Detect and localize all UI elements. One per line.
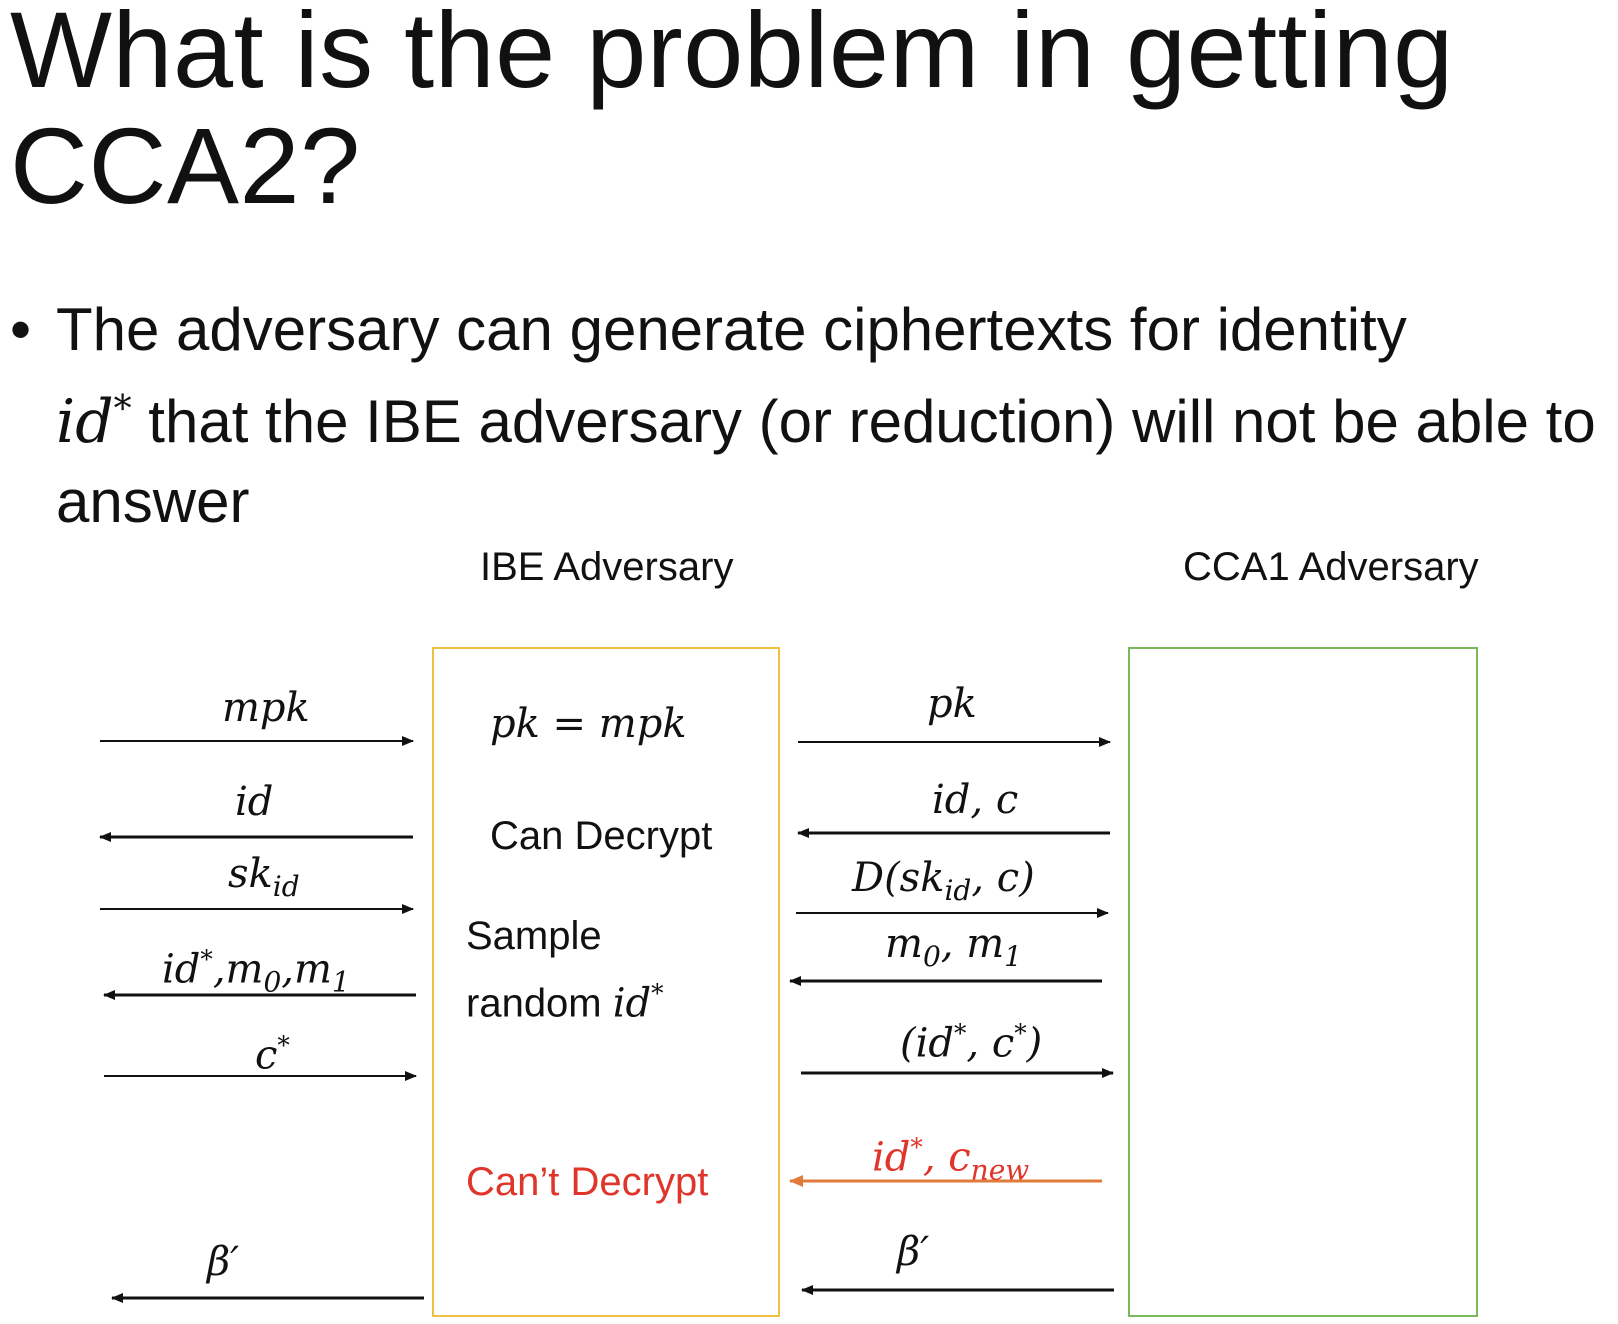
label-m0-m1: m0, m1 [885,921,1022,973]
label-cant-decrypt: Can’t Decrypt [466,1160,709,1204]
label-challenge: (id*, c*) [900,1019,1043,1067]
label-decrypt-result: D(skid, c) [852,855,1035,907]
protocol-arrows [99,736,1114,1303]
label-c-star: c* [255,1031,290,1079]
label-pk: pk [927,681,977,727]
label-mpk: mpk [222,685,310,731]
label-sk-id: skid [228,851,300,903]
label-new-query: id*, cnew [872,1133,1030,1187]
label-can-decrypt: Can Decrypt [490,814,713,858]
label-sample: Sample [466,914,602,958]
label-id-c: id, c [932,777,1019,823]
label-idstar-m0-m1: id*,m0,m1 [162,945,350,999]
label-beta-left: β′ [207,1239,240,1285]
label-pk-equals-mpk: pk = mpk [490,701,687,747]
label-beta-right: β′ [897,1229,930,1275]
label-random-id-star: random id* [466,979,664,1027]
label-id: id [235,779,274,825]
